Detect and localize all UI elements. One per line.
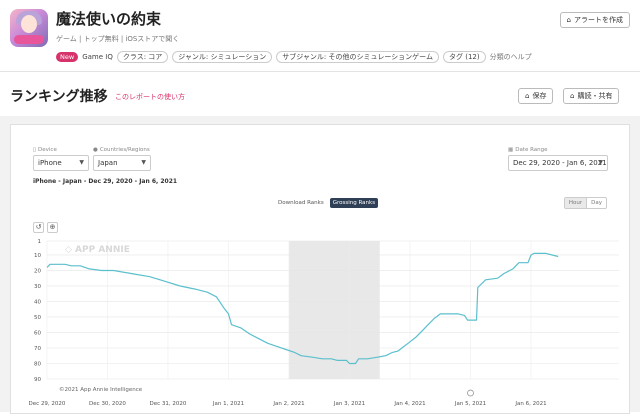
tags-chip[interactable]: タグ (12) [442, 51, 486, 63]
watermark: ◇ APP ANNIE [65, 245, 130, 255]
y-tick-label: 30 [34, 284, 41, 290]
x-tick-label: Dec 30, 2020 [89, 401, 126, 407]
game-iq-label: Game IQ [82, 53, 113, 61]
y-tick-label: 60 [34, 330, 41, 336]
y-tick-label: 40 [34, 299, 41, 305]
event-marker [467, 389, 474, 397]
copyright-text: ©2021 App Annie Intelligence [59, 386, 143, 393]
subscribe-share-label: 購読・共有 [577, 92, 613, 100]
y-tick-label: 50 [34, 315, 41, 321]
app-icon[interactable] [10, 9, 48, 47]
genre-chip[interactable]: ジャンル: シミュレーション [172, 51, 273, 63]
x-tick-label: Dec 31, 2020 [150, 401, 187, 407]
subgenre-chip[interactable]: サブジャンル: その他のシミュレーションゲーム [276, 51, 439, 63]
y-tick-label: 1 [38, 239, 42, 245]
x-tick-label: Jan 6, 2021 [514, 401, 546, 407]
lock-icon: ⌂ [525, 92, 530, 100]
x-tick-label: Dec 29, 2020 [29, 401, 66, 407]
tag-row: New Game IQ クラス: コア ジャンル: シミュレーション サブジャン… [56, 51, 532, 63]
lock-icon: ⌂ [570, 92, 575, 100]
app-icon-face [21, 15, 37, 33]
x-tick-label: Jan 5, 2021 [454, 401, 486, 407]
x-tick-label: Jan 3, 2021 [333, 401, 365, 407]
x-tick-label: Jan 1, 2021 [212, 401, 244, 407]
app-title: 魔法使いの約束 [56, 10, 162, 28]
chart-panel: ▯ Device iPhone ▼ ● Countries/Regions Japa… [10, 124, 630, 414]
subscribe-share-button[interactable]: ⌂ 購読・共有 [563, 88, 620, 104]
app-icon-banner [14, 35, 44, 44]
x-tick-label: Jan 2, 2021 [272, 401, 304, 407]
section-bar: ランキング推移 このレポートの使い方 ⌂ 保存 ⌂ 購読・共有 [0, 72, 640, 116]
save-button[interactable]: ⌂ 保存 [518, 88, 554, 104]
app-header: 魔法使いの約束 ゲーム | トップ無料 | iOSストアで聞く New Game… [0, 0, 640, 70]
report-help-link[interactable]: このレポートの使い方 [115, 92, 185, 102]
class-chip[interactable]: クラス: コア [116, 51, 169, 63]
classification-help-link[interactable]: 分類のヘルプ [490, 52, 532, 62]
y-tick-label: 20 [34, 268, 41, 274]
save-label: 保存 [532, 92, 547, 100]
lock-icon: ⌂ [566, 16, 571, 24]
page-title: ランキング推移 [10, 89, 108, 105]
new-badge: New [56, 52, 79, 62]
app-meta: ゲーム | トップ無料 | iOSストアで聞く [56, 35, 180, 43]
y-tick-label: 10 [34, 253, 41, 259]
y-tick-label: 70 [34, 346, 41, 352]
create-alert-label: アラートを作成 [574, 16, 623, 24]
create-alert-button[interactable]: ⌂ アラートを作成 [559, 12, 630, 28]
y-tick-label: 80 [34, 361, 41, 367]
rank-chart[interactable]: 1 10 20 30 40 50 60 70 80 90 Dec 29, 2020 Dec 30, 2… [11, 125, 631, 415]
x-tick-label: Jan 4, 2021 [393, 401, 425, 407]
y-tick-label: 90 [34, 377, 41, 383]
